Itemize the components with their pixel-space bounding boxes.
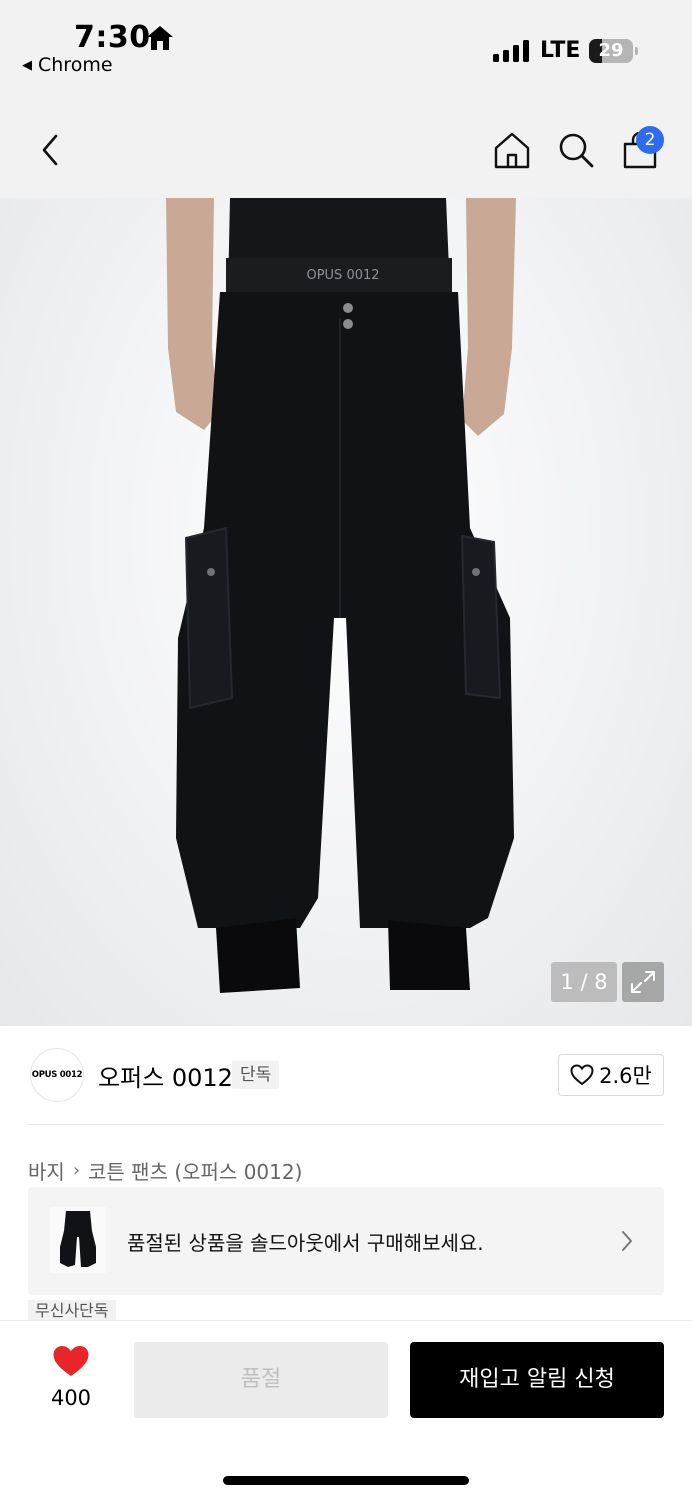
brand-like-button[interactable]: 2.6만 [558,1054,664,1096]
back-to-app-link[interactable]: ◀ Chrome [22,54,113,76]
home-indicator [223,1476,469,1485]
search-icon[interactable] [556,130,596,170]
breadcrumb: 바지 › 코튼 팬츠 (오퍼스 0012) [28,1156,302,1185]
breadcrumb-chevron-icon: › [72,1160,81,1181]
product-image[interactable]: OPUS 0012 [0,198,692,1026]
product-photo-illustration: OPUS 0012 [166,198,516,993]
back-triangle-icon: ◀ [22,57,32,73]
banner-product-thumbnail [50,1207,106,1273]
battery-icon: 29 [589,39,633,63]
exclusive-badge: 단독 [232,1061,280,1089]
chevron-right-icon [622,1231,632,1251]
image-counter: 1 / 8 [551,962,617,1002]
soldout-button[interactable]: 품절 [134,1342,388,1418]
heart-outline-icon [570,1064,594,1086]
soldout-banner[interactable]: 품절된 상품을 솔드아웃에서 구매해보세요. [28,1187,664,1295]
home-icon[interactable] [492,130,532,170]
home-status-icon [147,26,173,50]
network-type: LTE [540,38,581,63]
expand-icon[interactable] [622,962,664,1002]
nav-header [0,90,692,198]
breadcrumb-subcategory[interactable]: 코튼 팬츠 (오퍼스 0012) [88,1156,302,1185]
wishlist-button[interactable]: 400 [40,1344,102,1414]
restock-alert-button[interactable]: 재입고 알림 신청 [410,1342,664,1418]
heart-filled-icon [53,1346,89,1376]
back-arrow-icon[interactable] [34,130,66,170]
soldout-banner-text: 품절된 상품을 솔드아웃에서 구매해보세요. [127,1231,484,1255]
brand-name[interactable]: 오퍼스 0012 [98,1058,233,1093]
brand-logo[interactable]: OPUS 0012 [30,1048,84,1102]
waistband-logo-text: OPUS 0012 [306,268,379,283]
battery-cap [635,47,638,55]
divider [28,1124,664,1125]
back-app-label: Chrome [38,54,113,76]
musinsa-exclusive-tag: 무신사단독 [28,1300,116,1322]
breadcrumb-category[interactable]: 바지 [28,1156,65,1185]
status-time: 7:30 [74,20,151,55]
cellular-signal-icon [493,40,529,62]
status-bar: 7:30 ◀ Chrome LTE 29 [0,0,692,90]
cart-count-badge: 2 [636,126,664,154]
brand-like-count: 2.6만 [599,1064,652,1088]
wishlist-count: 400 [50,1386,92,1410]
battery-level: 29 [598,40,624,61]
